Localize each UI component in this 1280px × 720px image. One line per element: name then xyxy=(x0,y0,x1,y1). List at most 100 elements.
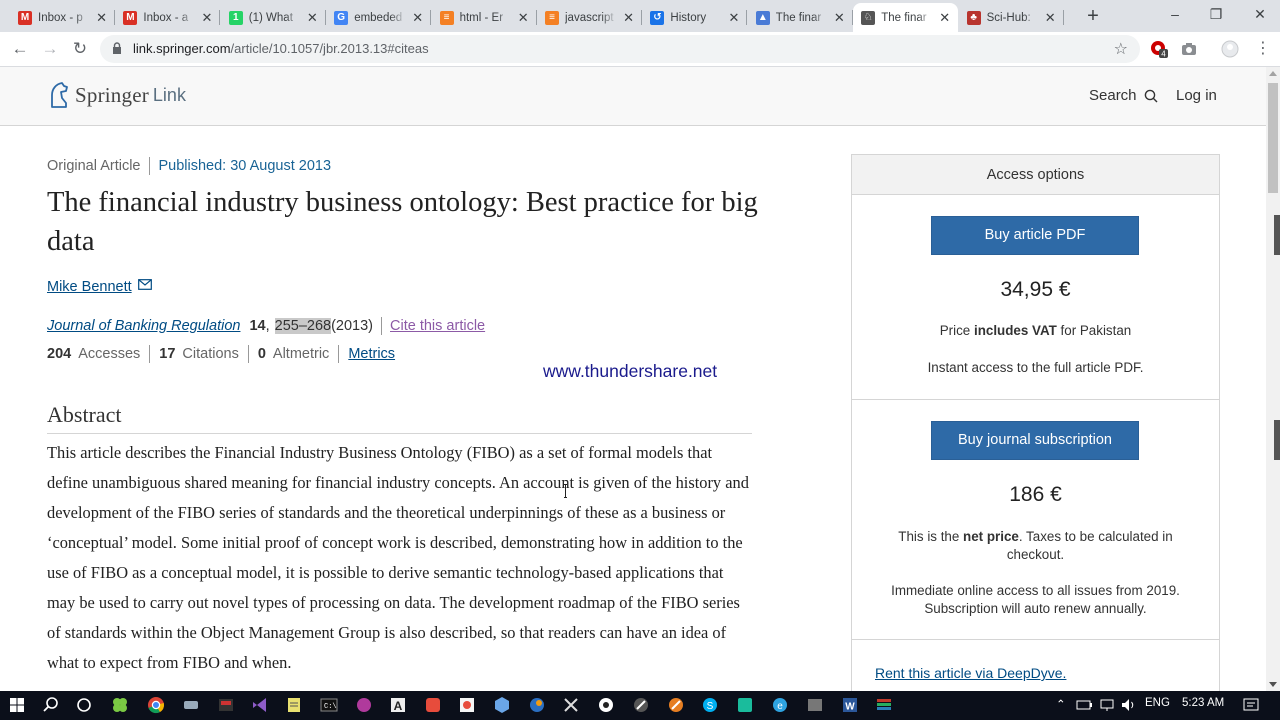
word-icon[interactable]: W xyxy=(840,695,860,715)
close-tab-icon[interactable]: ✕ xyxy=(623,11,634,24)
address-url: link.springer.com/article/10.1057/jbr.20… xyxy=(133,41,429,56)
search-icon[interactable] xyxy=(41,695,61,715)
watermark-text: www.thundershare.net xyxy=(543,361,718,381)
network-icon[interactable] xyxy=(1097,695,1117,715)
edge-browser-icon[interactable]: e xyxy=(770,695,790,715)
scroll-up-arrow-icon[interactable] xyxy=(1269,71,1277,76)
app-globe-icon[interactable] xyxy=(527,695,547,715)
close-tab-icon[interactable]: ✕ xyxy=(96,11,107,24)
buy-journal-subscription-button[interactable]: Buy journal subscription xyxy=(931,421,1139,460)
login-link[interactable]: Log in xyxy=(1176,87,1217,104)
close-window-button[interactable]: ✕ xyxy=(1250,4,1270,24)
browser-tab[interactable]: Gembeded ✕ xyxy=(326,3,432,32)
app-purple-icon[interactable] xyxy=(354,695,374,715)
app-red-icon[interactable] xyxy=(423,695,443,715)
reload-icon[interactable]: ↻ xyxy=(69,38,91,60)
extension-icon[interactable]: 4 xyxy=(1150,40,1168,58)
app-a-icon[interactable]: A xyxy=(388,695,408,715)
app-ball-icon[interactable] xyxy=(596,695,616,715)
app-flag-icon[interactable] xyxy=(874,695,894,715)
close-tab-icon[interactable]: ✕ xyxy=(412,11,423,24)
language-indicator[interactable]: ENG xyxy=(1145,697,1170,709)
browser-tab-title: Inbox - a xyxy=(143,11,189,24)
cite-this-article-link[interactable]: Cite this article xyxy=(390,318,485,334)
close-tab-icon[interactable]: ✕ xyxy=(201,11,212,24)
notepad-icon[interactable] xyxy=(284,695,304,715)
close-tab-icon[interactable]: ✕ xyxy=(939,11,950,24)
clock-time[interactable]: 5:23 AM xyxy=(1182,697,1224,709)
browser-tab[interactable]: M Inbox - p ✕ xyxy=(10,3,115,32)
browser-tab[interactable]: 1 (1) What ✕ xyxy=(221,3,326,32)
app-teal-icon[interactable] xyxy=(735,695,755,715)
edge-strip xyxy=(1274,215,1280,255)
article-price: 34,95 € xyxy=(1000,278,1071,301)
browser-tab[interactable]: ♘ The finar ✕ xyxy=(853,3,959,32)
site-search-button[interactable]: Search xyxy=(1089,87,1158,104)
browser-tab[interactable]: M Inbox - a ✕ xyxy=(115,3,221,32)
bookmark-star-icon[interactable]: ☆ xyxy=(1114,39,1128,59)
rent-deepdyve-link[interactable]: Rent this article via DeepDyve. xyxy=(875,665,1066,681)
browser-tab-title: History xyxy=(670,11,707,24)
scroll-down-arrow-icon[interactable] xyxy=(1269,682,1277,687)
battery-icon[interactable] xyxy=(1074,695,1094,715)
browser-tab[interactable]: ▲ The finar ✕ xyxy=(748,3,853,32)
profile-avatar-icon[interactable] xyxy=(1221,40,1239,58)
app-clover-icon[interactable] xyxy=(110,695,130,715)
scrollbar-thumb[interactable] xyxy=(1268,83,1278,193)
app-gray-icon[interactable] xyxy=(805,695,825,715)
restore-window-button[interactable]: ❐ xyxy=(1206,4,1226,24)
email-icon[interactable] xyxy=(137,278,152,290)
svg-text:C:\: C:\ xyxy=(324,703,337,711)
svg-text:S: S xyxy=(707,701,714,712)
chrome-icon[interactable] xyxy=(146,695,166,715)
page-scrollbar[interactable] xyxy=(1266,67,1280,691)
command-prompt-icon[interactable]: C:\ xyxy=(319,695,339,715)
windows-start-icon[interactable] xyxy=(7,695,27,715)
new-tab-button[interactable]: + xyxy=(1084,5,1102,27)
address-bar[interactable]: link.springer.com/article/10.1057/jbr.20… xyxy=(100,35,1140,63)
text-cursor-icon xyxy=(564,484,567,498)
browser-tab-title: javascript xyxy=(565,11,614,24)
buy-article-pdf-button[interactable]: Buy article PDF xyxy=(931,216,1139,255)
article-meta: Original Article Published: 30 August 20… xyxy=(47,157,331,175)
close-tab-icon[interactable]: ✕ xyxy=(1045,11,1056,24)
app-cube-icon[interactable] xyxy=(492,695,512,715)
tray-overflow-icon[interactable]: ⌃ xyxy=(1056,697,1066,711)
app-tool-icon[interactable] xyxy=(216,695,236,715)
edge-strip xyxy=(1274,420,1280,460)
camera-icon[interactable] xyxy=(1180,40,1198,58)
browser-tab[interactable]: ↺ History ✕ xyxy=(642,3,748,32)
close-tab-icon[interactable]: ✕ xyxy=(728,11,739,24)
abstract-text: This article describes the Financial Ind… xyxy=(47,443,749,672)
close-tab-icon[interactable]: ✕ xyxy=(307,11,318,24)
svg-text:A: A xyxy=(394,699,403,713)
metrics-link[interactable]: Metrics xyxy=(348,346,395,362)
minimize-window-button[interactable]: – xyxy=(1165,4,1185,24)
cortana-icon[interactable] xyxy=(74,695,94,715)
app-orange-icon[interactable] xyxy=(666,695,686,715)
app-wrench-icon[interactable] xyxy=(631,695,651,715)
mortarboard-icon: ▲ xyxy=(755,10,770,25)
notifications-icon[interactable] xyxy=(1241,695,1261,715)
app-hardware-icon[interactable] xyxy=(181,695,201,715)
app-photo-icon[interactable] xyxy=(457,695,477,715)
skype-icon[interactable]: S xyxy=(700,695,720,715)
snipping-tool-icon[interactable] xyxy=(561,695,581,715)
browser-menu-icon[interactable]: ⋮ xyxy=(1252,38,1274,60)
abstract-heading: Abstract xyxy=(47,402,752,434)
site-header: Springer Link Search Log in xyxy=(0,67,1266,126)
browser-tab[interactable]: ≡ html - Er ✕ xyxy=(432,3,537,32)
journal-link[interactable]: Journal of Banking Regulation xyxy=(47,318,240,334)
close-tab-icon[interactable]: ✕ xyxy=(834,11,845,24)
forward-arrow-icon[interactable]: → xyxy=(39,38,61,60)
browser-toolbar: ← → ↻ link.springer.com/article/10.1057/… xyxy=(0,32,1280,67)
back-arrow-icon[interactable]: ← xyxy=(9,38,31,60)
close-tab-icon[interactable]: ✕ xyxy=(518,11,529,24)
browser-tab[interactable]: ≡ javascript ✕ xyxy=(537,3,642,32)
volume-icon[interactable] xyxy=(1119,695,1139,715)
citations-count: 17 xyxy=(159,346,176,362)
visual-studio-icon[interactable] xyxy=(250,695,270,715)
browser-tab[interactable]: ♣ Sci-Hub: ✕ xyxy=(959,3,1064,32)
author-link[interactable]: Mike Bennett xyxy=(47,278,152,295)
springerlink-logo[interactable]: Springer Link xyxy=(47,81,186,109)
